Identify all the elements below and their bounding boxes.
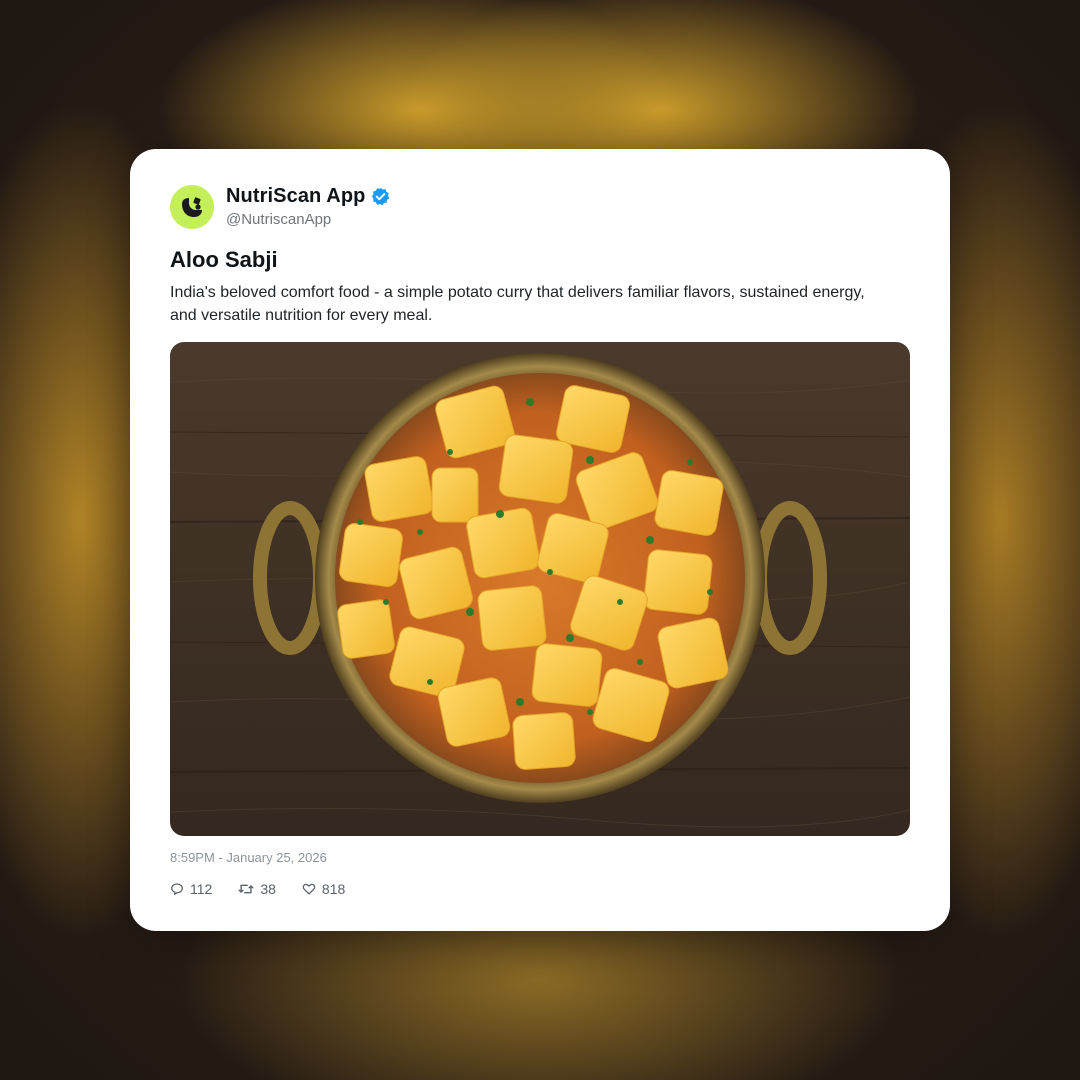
retweet-icon — [238, 884, 254, 894]
aloo-sabji-image — [170, 342, 910, 836]
nutriscan-logo-icon[interactable] — [170, 185, 214, 229]
post-card: NutriScan App @NutriscanApp Aloo Sabji I… — [130, 149, 950, 931]
author-row: NutriScan App — [226, 185, 390, 208]
like-count: 818 — [321, 881, 346, 897]
author-name[interactable]: NutriScan App — [226, 185, 365, 208]
retweet-button[interactable]: 38 — [238, 881, 276, 897]
post-image[interactable] — [170, 342, 910, 836]
engagement-bar: 112 38 818 — [170, 881, 345, 897]
retweet-count: 38 — [260, 881, 276, 897]
author-handle[interactable]: @NutriscanApp — [226, 211, 331, 228]
reply-count: 112 — [190, 881, 213, 897]
like-button[interactable]: 818 — [302, 881, 345, 897]
post-timestamp[interactable]: 8:59PM - January 25, 2026 — [170, 850, 327, 865]
heart-icon — [302, 883, 316, 895]
verified-badge-icon — [371, 187, 390, 206]
post-description: India's beloved comfort food - a simple … — [170, 284, 865, 324]
post-title: Aloo Sabji — [170, 247, 278, 272]
reply-button[interactable]: 112 — [170, 881, 212, 897]
comment-icon — [171, 883, 183, 895]
